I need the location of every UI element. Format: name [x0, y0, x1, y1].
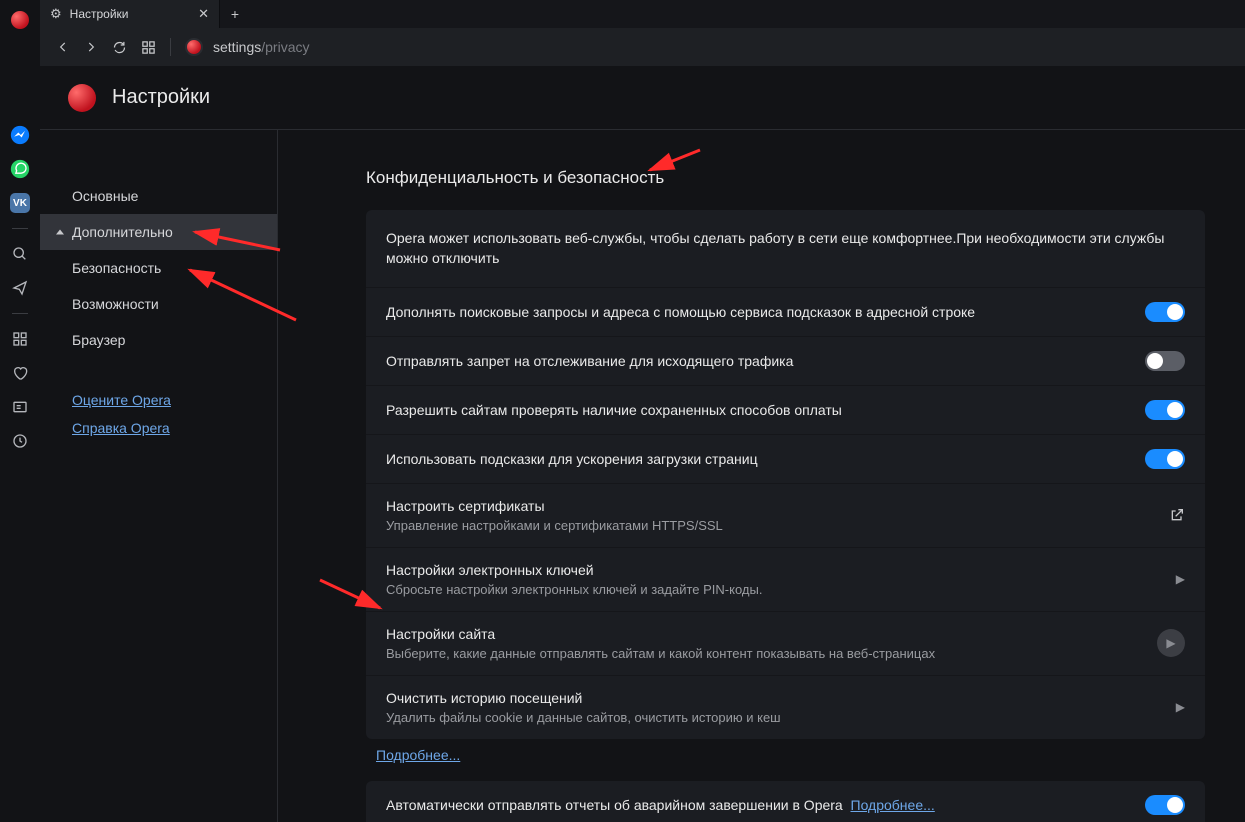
row-label: Дополнять поисковые запросы и адреса с п…	[386, 304, 1129, 320]
sidebar-item-browser[interactable]: Браузер	[40, 322, 277, 358]
sidebar-link-help[interactable]: Справка Opera	[40, 414, 277, 442]
settings-sidebar: Основные Дополнительно Безопасность Возм…	[40, 130, 278, 822]
titlebar: ⚙ Настройки ✕ +	[40, 0, 1245, 28]
tab-title: Настройки	[70, 7, 129, 21]
reload-button[interactable]	[112, 40, 127, 55]
row-label: Очистить историю посещений	[386, 690, 1160, 706]
vk-icon[interactable]: VK	[0, 186, 40, 220]
row-label: Автоматически отправлять отчеты об авари…	[386, 797, 1129, 813]
row-sublabel: Удалить файлы cookie и данные сайтов, оч…	[386, 710, 1160, 725]
back-button[interactable]	[56, 40, 70, 54]
history-icon[interactable]	[0, 424, 40, 458]
chevron-right-icon: ▶	[1157, 629, 1185, 657]
close-tab-icon[interactable]: ✕	[198, 6, 209, 22]
row-dnt[interactable]: Отправлять запрет на отслеживание для ис…	[366, 337, 1205, 386]
sidebar-divider	[12, 313, 28, 314]
sidebar-link-rate[interactable]: Оцените Opera	[40, 386, 277, 414]
toggle-preload[interactable]	[1145, 449, 1185, 469]
app-sidebar: VK	[0, 0, 40, 822]
heart-icon[interactable]	[0, 356, 40, 390]
address-bar[interactable]: settings/privacy	[185, 38, 309, 56]
row-clear-history[interactable]: Очистить историю посещений Удалить файлы…	[366, 676, 1205, 739]
row-sublabel: Сбросьте настройки электронных ключей и …	[386, 582, 1160, 597]
privacy-card: Opera может использовать веб-службы, что…	[366, 210, 1205, 739]
row-sublabel: Управление настройками и сертификатами H…	[386, 518, 1153, 533]
opera-logo-icon	[68, 84, 96, 112]
row-preload[interactable]: Использовать подсказки для ускорения заг…	[366, 435, 1205, 484]
page-header: Настройки	[40, 66, 1245, 130]
toggle-crash[interactable]	[1145, 795, 1185, 815]
chevron-right-icon: ▶	[1176, 700, 1185, 714]
row-payments[interactable]: Разрешить сайтам проверять наличие сохра…	[366, 386, 1205, 435]
nav-separator	[170, 38, 171, 56]
speed-dial-icon[interactable]	[0, 322, 40, 356]
toggle-autocomplete[interactable]	[1145, 302, 1185, 322]
row-label: Разрешить сайтам проверять наличие сохра…	[386, 402, 1129, 418]
send-icon[interactable]	[0, 271, 40, 305]
link-more[interactable]: Подробнее...	[376, 747, 460, 763]
speed-dial-button[interactable]	[141, 40, 156, 55]
row-crash-reports[interactable]: Автоматически отправлять отчеты об авари…	[366, 781, 1205, 822]
section-title-privacy: Конфиденциальность и безопасность	[366, 168, 1205, 188]
whatsapp-icon[interactable]	[0, 152, 40, 186]
opera-menu-icon[interactable]	[0, 6, 40, 34]
opera-logo-icon	[185, 38, 203, 56]
settings-page: Настройки Основные Дополнительно Безопас…	[40, 66, 1245, 822]
row-sublabel: Выберите, какие данные отправлять сайтам…	[386, 646, 1141, 661]
messenger-icon[interactable]	[0, 118, 40, 152]
sidebar-item-advanced[interactable]: Дополнительно	[40, 214, 277, 250]
reporting-card: Автоматически отправлять отчеты об авари…	[366, 781, 1205, 822]
row-site-settings[interactable]: Настройки сайта Выберите, какие данные о…	[366, 612, 1205, 676]
gear-icon: ⚙	[50, 6, 62, 22]
toggle-dnt[interactable]	[1145, 351, 1185, 371]
chevron-right-icon: ▶	[1176, 572, 1185, 586]
sidebar-item-security[interactable]: Безопасность	[40, 250, 277, 286]
navbar: settings/privacy	[40, 28, 1245, 66]
sidebar-item-basic[interactable]: Основные	[40, 178, 277, 214]
sidebar-divider	[12, 228, 28, 229]
row-certificates[interactable]: Настроить сертификаты Управление настрой…	[366, 484, 1205, 548]
tab-settings[interactable]: ⚙ Настройки ✕	[40, 0, 220, 28]
link-crash-more[interactable]: Подробнее...	[851, 797, 935, 813]
row-label: Настроить сертификаты	[386, 498, 1153, 514]
forward-button[interactable]	[84, 40, 98, 54]
address-text: settings/privacy	[213, 39, 309, 55]
info-text: Opera может использовать веб-службы, что…	[366, 210, 1205, 288]
search-icon[interactable]	[0, 237, 40, 271]
row-autocomplete[interactable]: Дополнять поисковые запросы и адреса с п…	[366, 288, 1205, 337]
row-label: Настройки сайта	[386, 626, 1141, 642]
toggle-payments[interactable]	[1145, 400, 1185, 420]
page-title: Настройки	[112, 86, 210, 109]
row-label: Отправлять запрет на отслеживание для ис…	[386, 353, 1129, 369]
settings-content: Конфиденциальность и безопасность Opera …	[278, 130, 1245, 822]
row-label: Настройки электронных ключей	[386, 562, 1160, 578]
sidebar-item-features[interactable]: Возможности	[40, 286, 277, 322]
row-security-keys[interactable]: Настройки электронных ключей Сбросьте на…	[366, 548, 1205, 612]
news-icon[interactable]	[0, 390, 40, 424]
new-tab-button[interactable]: +	[220, 0, 250, 28]
row-label: Использовать подсказки для ускорения заг…	[386, 451, 1129, 467]
external-link-icon	[1169, 507, 1185, 523]
